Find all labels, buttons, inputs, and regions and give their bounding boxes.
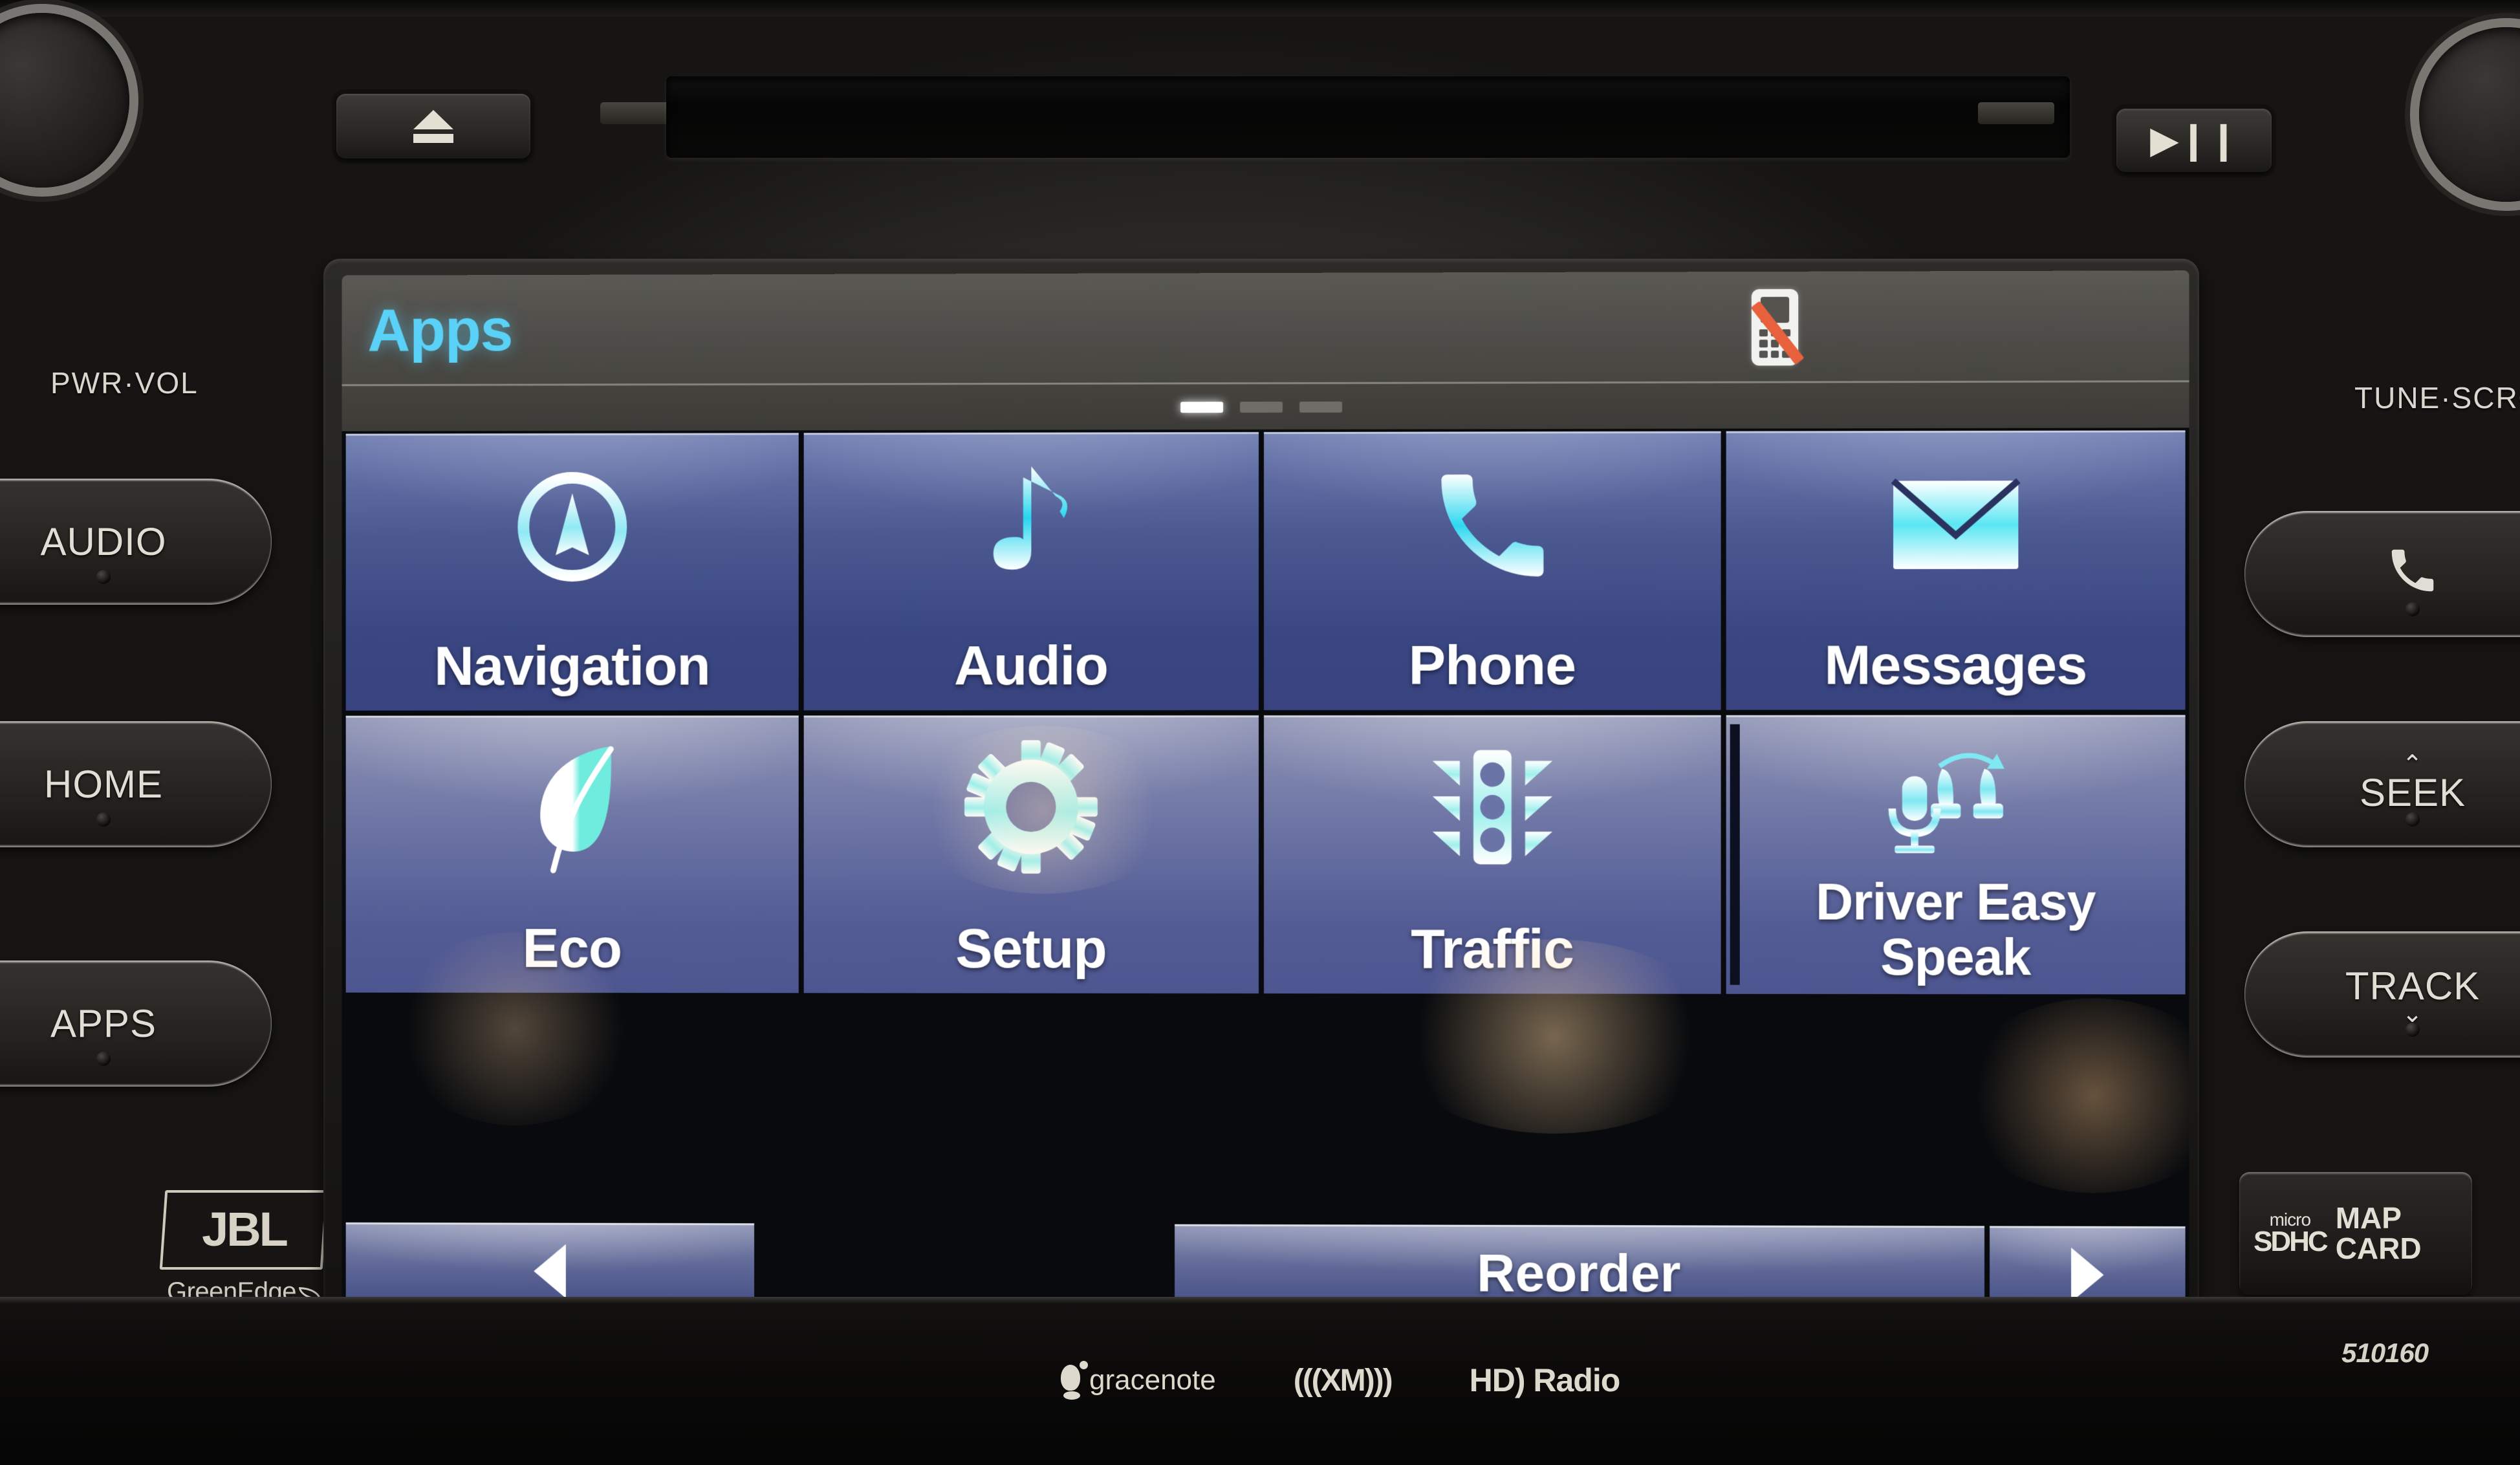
envelope-icon xyxy=(1891,457,2021,593)
hw-button-track-label: TRACK ⌄ xyxy=(2244,966,2520,1028)
gracenote-logo: gracenote xyxy=(1061,1361,1216,1400)
shroud-edge xyxy=(0,1297,2520,1303)
hw-button-home[interactable]: HOME xyxy=(0,721,272,847)
app-grid: Navigation Audio Phone Messages Eco Setu… xyxy=(345,430,2186,995)
app-tile-audio[interactable]: Audio xyxy=(803,432,1259,711)
arrow-left-icon xyxy=(534,1244,566,1299)
map-card-label: MAP CARD xyxy=(2335,1201,2422,1265)
app-tile-traffic-label: Traffic xyxy=(1411,918,1574,981)
reorder-button-label: Reorder xyxy=(1477,1243,1681,1303)
page-indicator-dot-3[interactable] xyxy=(1299,401,1343,413)
app-tile-setup[interactable]: Setup xyxy=(803,715,1259,993)
no-phone-connected-icon xyxy=(1750,288,1805,366)
button-led xyxy=(2406,1023,2420,1037)
button-led xyxy=(2406,602,2420,616)
eject-icon xyxy=(413,109,453,143)
hw-button-seek[interactable]: ⌃ SEEK xyxy=(2244,721,2520,847)
serial-number: 510160 xyxy=(2341,1338,2429,1368)
microsdhc-icon: micro SDHC xyxy=(2254,1209,2329,1258)
head-unit-faceplate: ▶❙❙ PWR·VOL TUNE·SCROLL AUDIO HOME APPS … xyxy=(0,0,2520,1465)
play-pause-icon: ▶❙❙ xyxy=(2150,119,2239,161)
play-pause-button[interactable]: ▶❙❙ xyxy=(2116,109,2272,172)
button-led xyxy=(96,570,111,584)
app-tile-messages[interactable]: Messages xyxy=(1726,430,2186,710)
phone-handset-icon xyxy=(1424,457,1560,594)
app-tile-traffic[interactable]: Traffic xyxy=(1263,715,1721,994)
app-tile-driver-easy-speak[interactable]: Driver Easy Speak xyxy=(1726,715,2186,995)
music-note-icon xyxy=(970,458,1092,594)
app-tile-navigation-label: Navigation xyxy=(434,635,710,697)
hw-button-home-label: HOME xyxy=(44,762,163,806)
jbl-logo-text: JBL xyxy=(201,1202,287,1256)
compass-icon xyxy=(508,459,636,595)
app-grid-area: Navigation Audio Phone Messages Eco Setu… xyxy=(342,428,2189,1324)
app-tile-eco-label: Eco xyxy=(522,917,622,980)
hw-button-audio[interactable]: AUDIO xyxy=(0,479,272,605)
disc-slot-notch-left xyxy=(600,102,677,124)
hw-button-apps-label: APPS xyxy=(50,1001,157,1045)
touchscreen-display[interactable]: Apps Navigation Audio Phone Messages Eco… xyxy=(342,270,2189,1324)
brand-logo-strip: gracenote (((XM))) HD) Radio xyxy=(1061,1361,1621,1400)
traffic-light-icon xyxy=(1424,737,1560,876)
arrow-right-icon xyxy=(2071,1247,2104,1303)
app-tile-driver-easy-speak-label: Driver Easy Speak xyxy=(1816,873,2096,986)
page-indicator xyxy=(342,382,2189,431)
tune-scroll-knob[interactable] xyxy=(2419,27,2520,202)
hw-button-track[interactable]: TRACK ⌄ xyxy=(2244,931,2520,1058)
hw-button-seek-label: ⌃ SEEK xyxy=(2244,750,2520,815)
display-bezel: Apps Navigation Audio Phone Messages Eco… xyxy=(323,259,2199,1336)
chevron-down-icon: ⌄ xyxy=(2402,1000,2424,1028)
hw-button-audio-label: AUDIO xyxy=(40,519,167,563)
gear-icon xyxy=(962,737,1100,876)
page-title: Apps xyxy=(367,297,513,364)
tune-scroll-label: TUNE·SCROLL xyxy=(2354,381,2520,415)
disc-slot-notch-right xyxy=(1978,102,2054,124)
page-indicator-dot-1[interactable] xyxy=(1180,401,1224,413)
button-led xyxy=(96,812,111,827)
hw-button-phone[interactable] xyxy=(2244,511,2520,637)
app-tile-phone[interactable]: Phone xyxy=(1263,431,1721,710)
microphone-seats-icon xyxy=(1874,737,2037,877)
app-tile-setup-label: Setup xyxy=(955,917,1107,980)
page-indicator-dot-2[interactable] xyxy=(1240,401,1283,413)
cd-slot xyxy=(666,76,2070,158)
leaf-icon xyxy=(519,737,625,876)
hw-button-apps[interactable]: APPS xyxy=(0,960,272,1087)
app-tile-audio-label: Audio xyxy=(953,635,1108,697)
map-card-slot[interactable]: micro SDHC MAP CARD xyxy=(2239,1172,2472,1295)
phone-handset-icon xyxy=(2244,543,2520,605)
hd-radio-logo: HD) Radio xyxy=(1469,1362,1621,1398)
upper-trim xyxy=(0,0,2520,17)
chevron-up-icon: ⌃ xyxy=(2402,750,2424,778)
app-tile-messages-label: Messages xyxy=(1824,633,2087,697)
eject-button[interactable] xyxy=(336,94,530,158)
screen-title-bar: Apps xyxy=(342,270,2189,386)
seek-text: SEEK xyxy=(2359,771,2466,815)
status-icon-tray xyxy=(1750,288,2163,366)
power-volume-label: PWR·VOL xyxy=(50,366,199,400)
siriusxm-logo: (((XM))) xyxy=(1293,1363,1393,1398)
power-volume-knob[interactable] xyxy=(0,13,129,188)
app-tile-eco[interactable]: Eco xyxy=(345,715,799,993)
app-tile-navigation[interactable]: Navigation xyxy=(345,433,799,711)
jbl-badge: JBL GreenEdge xyxy=(150,1190,338,1307)
button-led xyxy=(96,1052,111,1066)
button-led xyxy=(2406,812,2420,827)
app-tile-phone-label: Phone xyxy=(1408,634,1576,697)
